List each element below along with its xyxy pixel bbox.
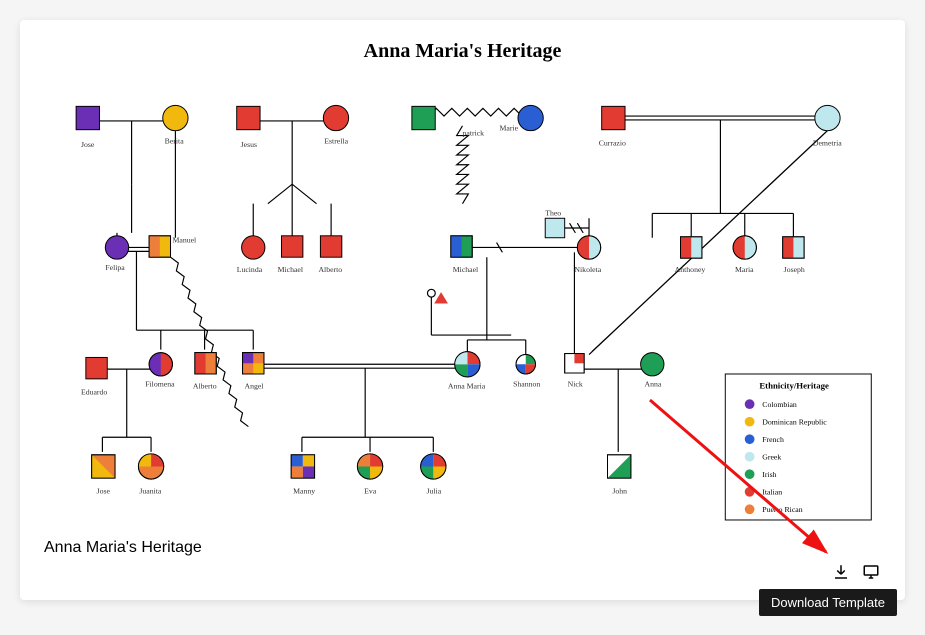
card-caption: Anna Maria's Heritage bbox=[44, 539, 881, 557]
svg-text:patrick: patrick bbox=[462, 129, 484, 138]
svg-text:Colombian: Colombian bbox=[762, 400, 797, 409]
genogram: Jose Berita Jesus Estrella patrick Marie… bbox=[44, 71, 881, 531]
svg-text:Marie: Marie bbox=[499, 124, 518, 133]
chart-title: Anna Maria's Heritage bbox=[44, 40, 881, 63]
svg-text:Jesus: Jesus bbox=[241, 140, 257, 149]
svg-text:Berita: Berita bbox=[165, 136, 185, 145]
download-button[interactable] bbox=[831, 562, 851, 582]
svg-text:Manny: Manny bbox=[293, 487, 315, 496]
svg-text:French: French bbox=[762, 435, 784, 444]
connectors bbox=[88, 108, 831, 452]
svg-text:Alberto: Alberto bbox=[193, 382, 217, 391]
card-actions bbox=[831, 562, 881, 582]
svg-text:Juanita: Juanita bbox=[139, 487, 162, 496]
svg-text:Felipa: Felipa bbox=[105, 263, 125, 272]
svg-text:Anthoney: Anthoney bbox=[675, 265, 706, 274]
svg-text:Nikoleta: Nikoleta bbox=[574, 265, 601, 274]
svg-text:Shannon: Shannon bbox=[513, 380, 540, 389]
svg-text:Michael: Michael bbox=[453, 265, 478, 274]
svg-text:Estrella: Estrella bbox=[324, 136, 348, 145]
svg-text:Eduardo: Eduardo bbox=[81, 387, 107, 396]
open-in-app-button[interactable] bbox=[861, 562, 881, 582]
download-tooltip: Download Template bbox=[759, 589, 897, 616]
svg-text:Jose: Jose bbox=[81, 140, 95, 149]
svg-text:Greek: Greek bbox=[762, 453, 781, 462]
svg-text:Eva: Eva bbox=[364, 487, 377, 496]
svg-text:Puerto Rican: Puerto Rican bbox=[762, 505, 802, 514]
svg-text:Anna: Anna bbox=[644, 380, 661, 389]
svg-text:Theo: Theo bbox=[545, 208, 561, 217]
svg-text:Angel: Angel bbox=[244, 382, 263, 391]
svg-text:Filomena: Filomena bbox=[145, 380, 175, 389]
svg-text:Michael: Michael bbox=[278, 265, 303, 274]
svg-text:Ethnicity/Heritage: Ethnicity/Heritage bbox=[759, 381, 829, 391]
download-icon bbox=[832, 563, 850, 581]
svg-text:Lucinda: Lucinda bbox=[237, 265, 263, 274]
svg-text:Anna Maria: Anna Maria bbox=[448, 382, 486, 391]
monitor-icon bbox=[862, 563, 880, 581]
genogram-svg: Jose Berita Jesus Estrella patrick Marie… bbox=[44, 71, 881, 531]
svg-text:John: John bbox=[612, 487, 627, 496]
svg-text:Manuel: Manuel bbox=[172, 236, 196, 245]
svg-text:Joseph: Joseph bbox=[784, 265, 805, 274]
svg-text:Jose: Jose bbox=[97, 487, 111, 496]
svg-text:Currazio: Currazio bbox=[599, 138, 626, 147]
template-card: Anna Maria's Heritage bbox=[20, 20, 905, 600]
svg-text:Dominican Republic: Dominican Republic bbox=[762, 418, 827, 427]
svg-text:Italian: Italian bbox=[762, 488, 782, 497]
svg-text:Julia: Julia bbox=[426, 487, 441, 496]
svg-text:Nick: Nick bbox=[568, 380, 583, 389]
svg-text:Irish: Irish bbox=[762, 470, 776, 479]
legend: Ethnicity/Heritage Colombian Dominican R… bbox=[725, 374, 871, 520]
svg-text:Maria: Maria bbox=[735, 265, 754, 274]
svg-text:Demetria: Demetria bbox=[813, 138, 842, 147]
svg-text:Alberto: Alberto bbox=[318, 265, 342, 274]
